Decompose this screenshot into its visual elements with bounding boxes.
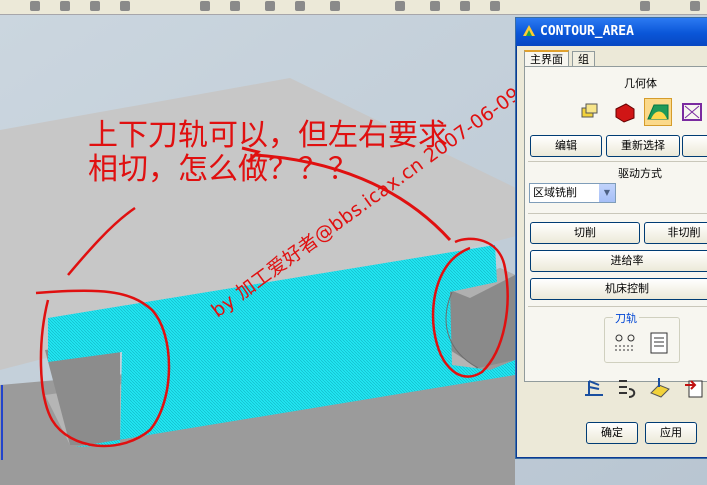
toolbar-icon[interactable]: [295, 1, 305, 11]
dialog-titlebar[interactable]: CONTOUR_AREA: [516, 18, 707, 46]
feedrate-button[interactable]: 进给率: [530, 250, 707, 272]
operation-icon-4[interactable]: [681, 375, 707, 401]
toolbar-icon[interactable]: [690, 1, 700, 11]
toolbar-icon[interactable]: [200, 1, 210, 11]
geometry-cut-area-icon[interactable]: [644, 98, 672, 126]
cutting-button[interactable]: 切削: [530, 222, 640, 244]
operation-icon-3[interactable]: [647, 375, 673, 401]
edit-button[interactable]: 编辑: [530, 135, 602, 157]
toolbar-icon[interactable]: [395, 1, 405, 11]
contour-area-dialog: CONTOUR_AREA 主界面 组 几何体 编辑 重新选择 驱动方式 区域铣削…: [515, 17, 707, 459]
drive-method-select[interactable]: 区域铣削 ▼: [529, 183, 616, 203]
machine-control-button[interactable]: 机床控制: [530, 278, 707, 300]
toolbar-icon[interactable]: [490, 1, 500, 11]
geometry-label: 几何体: [624, 77, 657, 90]
generate-toolpath-icon[interactable]: [612, 330, 638, 356]
geometry-part-icon[interactable]: [576, 98, 604, 126]
toolbar-icon[interactable]: [640, 1, 650, 11]
chevron-down-icon[interactable]: ▼: [599, 184, 615, 202]
operation-icon-2[interactable]: [614, 375, 640, 401]
reselect-button[interactable]: 重新选择: [606, 135, 680, 157]
drive-method-label: 驱动方式: [618, 167, 662, 180]
apply-button[interactable]: 应用: [645, 422, 697, 444]
dialog-title: CONTOUR_AREA: [540, 24, 634, 39]
toolbar-icon[interactable]: [90, 1, 100, 11]
toolbar-icon[interactable]: [120, 1, 130, 11]
ok-button[interactable]: 确定: [586, 422, 638, 444]
toolpath-group-label: 刀轨: [613, 310, 639, 326]
list-toolpath-icon[interactable]: [646, 330, 672, 356]
toolbar-icon[interactable]: [230, 1, 240, 11]
non-cutting-button[interactable]: 非切削: [644, 222, 707, 244]
operation-icon-1[interactable]: [581, 375, 607, 401]
geometry-trim-icon[interactable]: [678, 98, 706, 126]
toolbar-icon[interactable]: [30, 1, 40, 11]
main-toolbar: [0, 0, 707, 15]
nx-logo-icon: [523, 25, 535, 36]
toolbar-icon[interactable]: [330, 1, 340, 11]
toolbar-icon[interactable]: [430, 1, 440, 11]
geometry-blank-icon[interactable]: [611, 98, 639, 126]
toolbar-icon[interactable]: [265, 1, 275, 11]
toolbar-icon[interactable]: [460, 1, 470, 11]
display-button[interactable]: [682, 135, 707, 157]
toolbar-icon[interactable]: [60, 1, 70, 11]
